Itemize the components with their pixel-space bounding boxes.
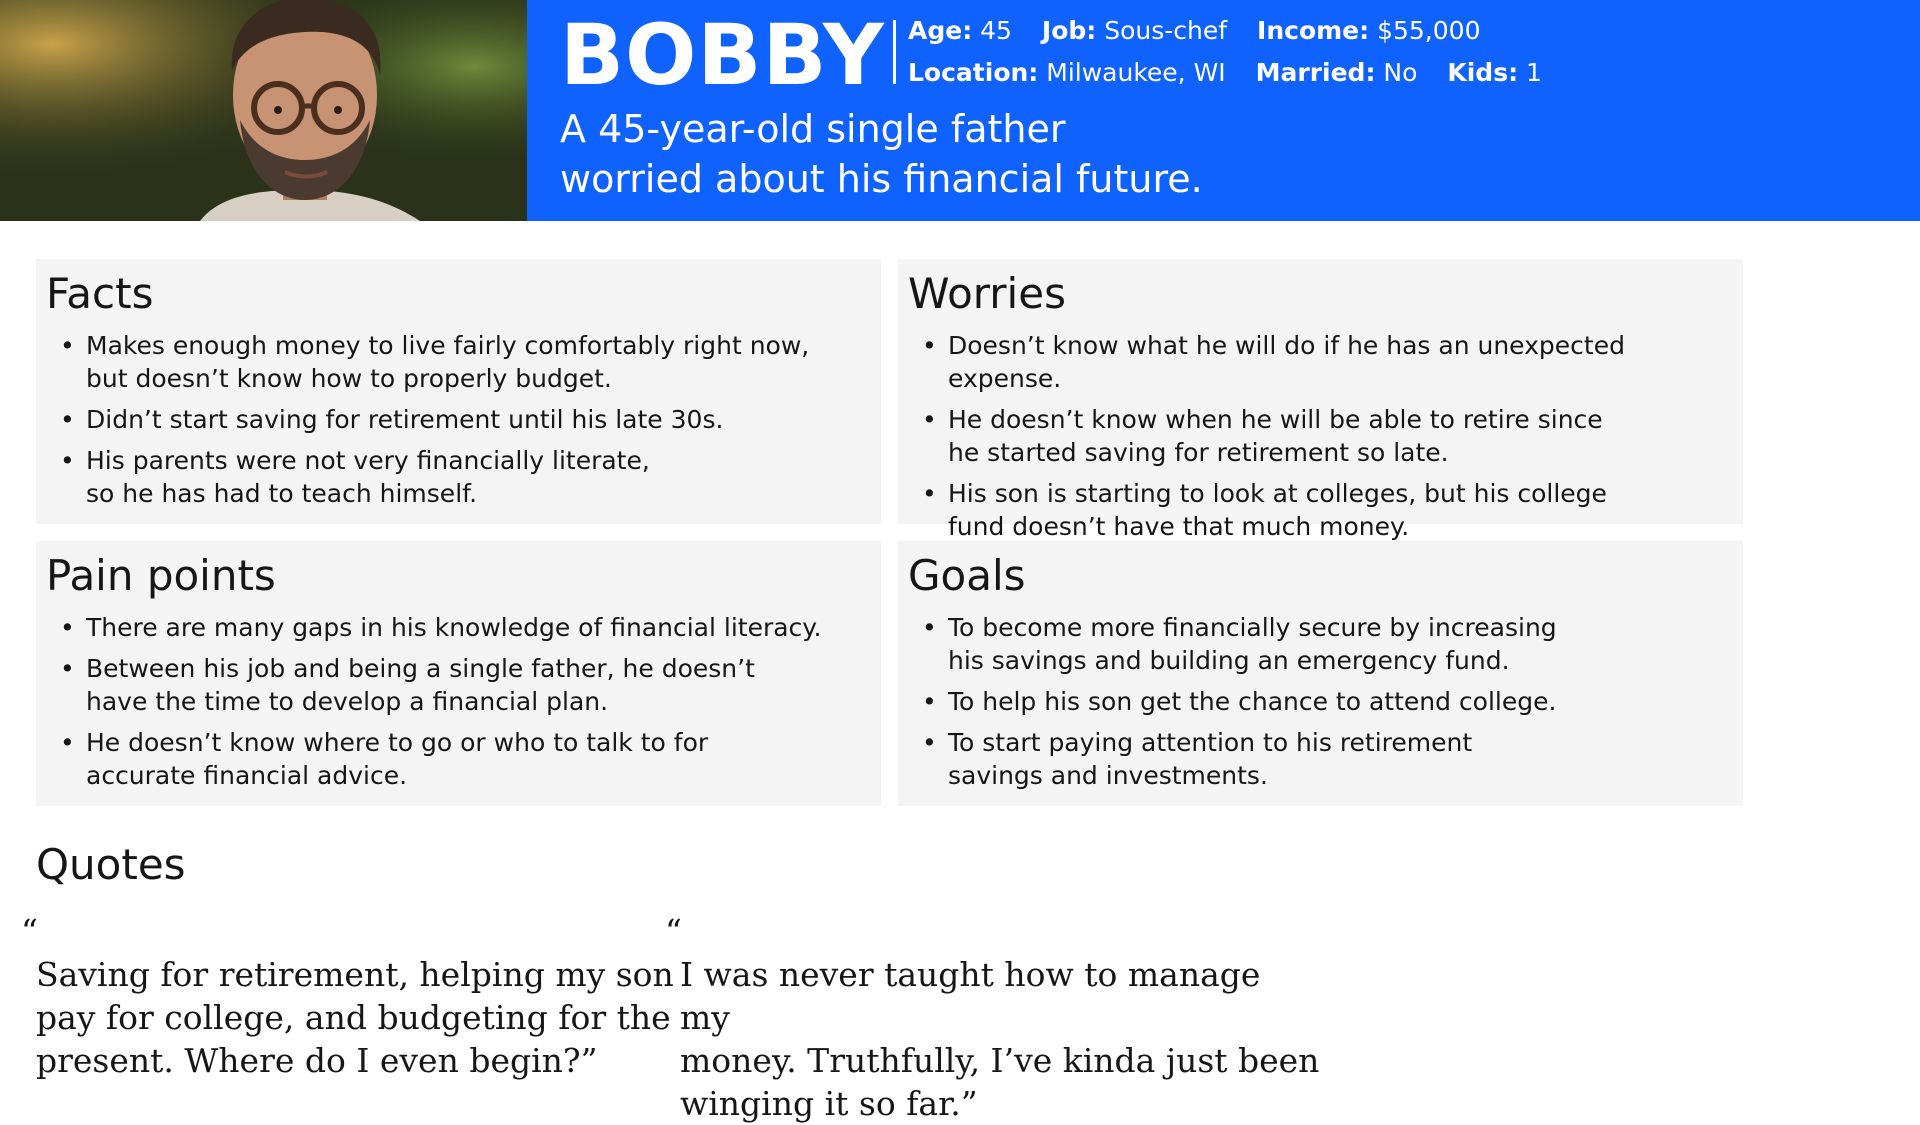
meta-kids-value: 1 <box>1526 58 1542 87</box>
goals-title: Goals <box>908 551 1026 600</box>
list-item: Between his job and being a single fathe… <box>48 652 868 718</box>
meta-income: Income: $55,000 <box>1257 16 1480 45</box>
facts-card: Facts Makes enough money to live fairly … <box>36 259 881 524</box>
facts-title: Facts <box>46 269 154 318</box>
list-item: There are many gaps in his knowledge of … <box>48 611 868 644</box>
meta-job-value: Sous-chef <box>1104 16 1228 45</box>
persona-photo <box>0 0 527 221</box>
open-quote-mark: “ <box>665 912 682 951</box>
quote-1: “ Saving for retirement, helping my son p… <box>21 910 676 1082</box>
list-item: He doesn’t know when he will be able to … <box>910 403 1730 469</box>
meta-job: Job: Sous-chef <box>1042 16 1227 45</box>
persona-meta-row-1: Age: 45 Job: Sous-chef Income: $55,000 <box>908 15 1502 47</box>
meta-kids: Kids: 1 <box>1447 58 1542 87</box>
worries-card: Worries Doesn’t know what he will do if … <box>898 259 1743 541</box>
portrait-illustration <box>0 0 527 221</box>
meta-age: Age: 45 <box>908 16 1012 45</box>
pain-points-card: Pain points There are many gaps in his k… <box>36 541 881 806</box>
list-item: His parents were not very financially li… <box>48 444 868 510</box>
goals-list: To become more financially secure by inc… <box>910 611 1730 800</box>
list-item: To start paying attention to his retirem… <box>910 726 1730 792</box>
facts-list: Makes enough money to live fairly comfor… <box>48 329 868 518</box>
pain-points-title: Pain points <box>46 551 276 600</box>
meta-location-value: Milwaukee, WI <box>1046 58 1226 87</box>
meta-age-value: 45 <box>980 16 1012 45</box>
meta-kids-label: Kids: <box>1447 58 1519 87</box>
meta-income-label: Income: <box>1257 16 1370 45</box>
persona-tagline: A 45-year-old single father worried abou… <box>560 107 1203 201</box>
list-item: Doesn’t know what he will do if he has a… <box>910 329 1730 395</box>
worries-list: Doesn’t know what he will do if he has a… <box>910 329 1730 551</box>
persona-meta-row-2: Location: Milwaukee, WI Married: No Kids… <box>908 57 1564 89</box>
list-item: To become more financially secure by inc… <box>910 611 1730 677</box>
quote-2-text: I was never taught how to manage my mone… <box>680 955 1320 1123</box>
worries-title: Worries <box>908 269 1066 318</box>
persona-banner: BOBBY Age: 45 Job: Sous-chef Income: $55… <box>527 0 1920 221</box>
list-item: To help his son get the chance to attend… <box>910 685 1730 718</box>
meta-location-label: Location: <box>908 58 1039 87</box>
quotes-title: Quotes <box>36 840 186 889</box>
header-divider <box>893 20 896 84</box>
quote-2: “ I was never taught how to manage my mon… <box>665 910 1320 1125</box>
meta-age-label: Age: <box>908 16 973 45</box>
list-item: Makes enough money to live fairly comfor… <box>48 329 868 395</box>
persona-header: BOBBY Age: 45 Job: Sous-chef Income: $55… <box>0 0 1920 221</box>
open-quote-mark: “ <box>21 912 38 951</box>
meta-income-value: $55,000 <box>1377 16 1481 45</box>
list-item: Didn’t start saving for retirement until… <box>48 403 868 436</box>
pain-points-list: There are many gaps in his knowledge of … <box>48 611 868 800</box>
list-item: He doesn’t know where to go or who to ta… <box>48 726 868 792</box>
meta-married: Married: No <box>1256 58 1418 87</box>
meta-location: Location: Milwaukee, WI <box>908 58 1226 87</box>
quote-1-text: Saving for retirement, helping my son pa… <box>36 955 674 1080</box>
goals-card: Goals To become more financially secure … <box>898 541 1743 806</box>
list-item: His son is starting to look at colleges,… <box>910 477 1730 543</box>
meta-married-label: Married: <box>1255 58 1376 87</box>
meta-job-label: Job: <box>1041 16 1097 45</box>
persona-name: BOBBY <box>560 6 885 104</box>
meta-married-value: No <box>1383 58 1418 87</box>
